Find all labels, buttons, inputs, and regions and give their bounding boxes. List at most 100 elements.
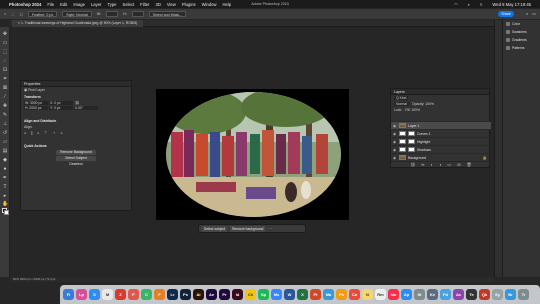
transform-section-title[interactable]: Transform <box>21 93 131 100</box>
dock-app-icon[interactable]: Z <box>115 289 126 300</box>
blend-mode-select[interactable]: Normal <box>394 102 409 106</box>
remove-background-button[interactable]: Remove Background <box>56 150 96 155</box>
pen-tool-icon[interactable]: ✒ <box>2 175 8 181</box>
dock-app-icon[interactable]: Ap <box>401 289 412 300</box>
layer-row[interactable]: ◉ Layer 1 <box>391 121 491 129</box>
dock-app-icon[interactable]: Ca <box>349 289 360 300</box>
dock-app-icon[interactable]: Sy <box>492 289 503 300</box>
document-tab[interactable]: × 1. Traditional weavings of Highland Gu… <box>12 20 144 27</box>
kind-filter[interactable]: Q Kind <box>394 96 409 100</box>
deselect-button[interactable]: Deselect <box>56 162 96 167</box>
dock-app-icon[interactable]: Lp <box>76 289 87 300</box>
dock-app-icon[interactable]: Mu <box>388 289 399 300</box>
x-field[interactable]: X: 0 px <box>49 101 73 105</box>
select-subject-button[interactable]: Select subject <box>202 225 228 232</box>
dock-app-icon[interactable]: Fi <box>63 289 74 300</box>
eyedropper-tool-icon[interactable]: ⁄ <box>2 94 8 100</box>
menu-plugins[interactable]: Plugins <box>182 2 196 7</box>
menu-3d[interactable]: 3D <box>155 2 160 7</box>
dock-app-icon[interactable]: Pr <box>219 289 230 300</box>
dock-app-icon[interactable]: M <box>102 289 113 300</box>
marquee-tool-icon[interactable]: ⬚ <box>11 12 14 16</box>
lasso-tool-icon[interactable]: ◌ <box>2 58 8 64</box>
menu-edit[interactable]: Edit <box>60 2 67 7</box>
angle-field[interactable]: 0.00° <box>74 106 98 110</box>
group-icon[interactable]: ▭ <box>447 162 451 167</box>
dock-app-icon[interactable]: Te <box>466 289 477 300</box>
select-and-mask-button[interactable]: Select and Mask... <box>148 11 187 17</box>
wifi-icon[interactable]: ◠ <box>454 2 458 7</box>
dock-app-icon[interactable]: Sp <box>258 289 269 300</box>
new-layer-icon[interactable]: ⊞ <box>457 162 460 167</box>
trash-icon[interactable]: 🗑 <box>467 162 472 167</box>
menu-file[interactable]: File <box>47 2 54 7</box>
dock-app-icon[interactable]: Tr <box>518 289 529 300</box>
align-right-icon[interactable]: ⫸ <box>37 131 41 135</box>
align-top-icon[interactable]: ⊤ <box>44 131 49 135</box>
eraser-tool-icon[interactable]: ▱ <box>2 139 8 145</box>
dock-app-icon[interactable]: Rm <box>375 289 386 300</box>
menu-select[interactable]: Select <box>123 2 135 7</box>
menu-window[interactable]: Window <box>202 2 217 7</box>
dock-app-icon[interactable]: Id <box>232 289 243 300</box>
menu-type[interactable]: Type <box>107 2 116 7</box>
feather-field[interactable]: Feather: 0 px <box>27 11 58 17</box>
menu-image[interactable]: Image <box>73 2 85 7</box>
type-tool-icon[interactable]: T <box>2 184 8 190</box>
dock-app-icon[interactable]: S <box>89 289 100 300</box>
dodge-tool-icon[interactable]: ● <box>2 166 8 172</box>
dock-app-icon[interactable]: C <box>141 289 152 300</box>
dock-app-icon[interactable]: Ch <box>245 289 256 300</box>
dock-app-icon[interactable]: Ph <box>336 289 347 300</box>
dock-app-icon[interactable]: Ai <box>193 289 204 300</box>
width-field[interactable] <box>106 11 119 17</box>
menu-view[interactable]: View <box>167 2 176 7</box>
opacity-field[interactable]: Opacity: 100% <box>412 102 434 106</box>
history-brush-icon[interactable]: ↺ <box>2 130 8 136</box>
brush-tool-icon[interactable]: ✎ <box>2 112 8 118</box>
dock-app-icon[interactable]: Lr <box>167 289 178 300</box>
visibility-eye-icon[interactable]: ◉ <box>393 148 397 152</box>
link-icon[interactable]: ⛓ <box>74 101 98 105</box>
search-icon[interactable]: ⌕ <box>526 11 528 16</box>
menu-filter[interactable]: Filter <box>140 2 149 7</box>
gradients-panel-tab[interactable]: Gradients <box>503 36 540 44</box>
home-icon[interactable]: ⌂ <box>4 12 6 16</box>
link-layers-icon[interactable]: ⛓ <box>410 162 415 167</box>
menu-layer[interactable]: Layer <box>91 2 101 7</box>
blur-tool-icon[interactable]: ◆ <box>2 157 8 163</box>
control-center-icon[interactable]: ≡ <box>480 2 482 7</box>
quick-actions-title[interactable]: Quick Actions <box>21 142 131 149</box>
dock-app-icon[interactable]: Ps <box>180 289 191 300</box>
align-left-icon[interactable]: ⫷ <box>24 131 28 135</box>
swatches-panel-tab[interactable]: Swatches <box>503 28 540 36</box>
patterns-panel-tab[interactable]: Patterns <box>503 44 540 52</box>
height-field[interactable]: H: 2000 px <box>24 106 48 110</box>
visibility-eye-icon[interactable]: ◉ <box>393 124 397 128</box>
width-field[interactable]: W: 3000 px <box>24 101 48 105</box>
dock-app-icon[interactable]: P <box>128 289 139 300</box>
dock-app-icon[interactable]: X <box>297 289 308 300</box>
dock-app-icon[interactable]: Pt <box>310 289 321 300</box>
layer-row[interactable]: ◉ Highlight <box>391 137 491 145</box>
y-field[interactable]: Y: 0 px <box>49 106 73 110</box>
artboard-tool-icon[interactable]: ▭ <box>2 40 8 46</box>
align-middle-icon[interactable]: ⊣ <box>52 131 57 135</box>
healing-brush-icon[interactable]: ✚ <box>2 103 8 109</box>
hand-tool-icon[interactable]: ✋ <box>2 201 8 207</box>
add-mask-icon[interactable]: ◐ <box>431 162 433 167</box>
dock-app-icon[interactable]: Ms <box>271 289 282 300</box>
path-select-icon[interactable]: ▸ <box>2 193 8 199</box>
move-tool-icon[interactable]: ✥ <box>2 31 8 37</box>
workspace-icon[interactable]: ▭ <box>532 11 536 16</box>
remove-background-button[interactable]: Remove background <box>230 225 266 232</box>
dock-app-icon[interactable]: W <box>284 289 295 300</box>
fill-field[interactable]: Fill: 100% <box>405 108 420 112</box>
share-button[interactable]: Share <box>498 11 514 17</box>
visibility-eye-icon[interactable]: ◉ <box>393 156 397 160</box>
stamp-tool-icon[interactable]: ⊥ <box>2 121 8 127</box>
menu-help[interactable]: Help <box>223 2 232 7</box>
fx-icon[interactable]: fx <box>421 162 424 167</box>
dock-app-icon[interactable]: Ke <box>427 289 438 300</box>
crop-tool-icon[interactable]: ⌗ <box>2 76 8 82</box>
